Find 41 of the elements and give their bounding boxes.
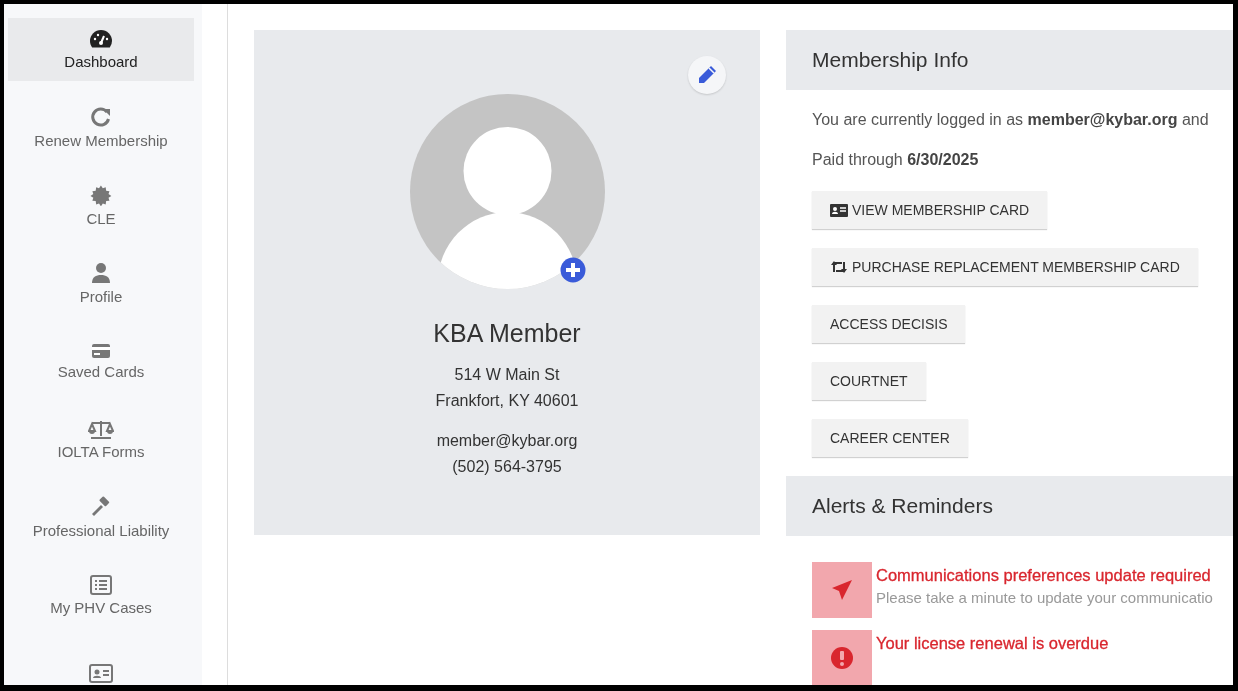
section-header: Membership Info: [786, 30, 1233, 90]
action-button[interactable]: VIEW MEMBERSHIP CARD: [812, 191, 1048, 229]
address-line: Frankfort, KY 40601: [435, 391, 579, 411]
sidebar-item[interactable]: Saved Cards: [8, 330, 194, 393]
sidebar-item[interactable]: Dashboard: [8, 18, 194, 81]
alert-title[interactable]: Your license renewal is overdue: [876, 634, 1109, 653]
action-button[interactable]: ACCESS DECISIS: [812, 305, 966, 343]
email-text: member@kybar.org: [436, 431, 578, 451]
id-card-icon: [830, 203, 848, 217]
sidebar-item[interactable]: CLE: [8, 174, 194, 237]
section-header: Alerts & Reminders: [786, 476, 1233, 536]
alert-text: Please take a minute to update your communicatio: [876, 589, 1213, 606]
paper-plane-icon: [830, 578, 854, 602]
swap-arrows-icon: [830, 260, 848, 274]
credit-card-icon: [91, 343, 111, 359]
edit-button[interactable]: [688, 56, 726, 94]
person-icon: [91, 262, 111, 284]
paid-through-text: Paid through 6/30/2025: [811, 151, 980, 169]
action-button[interactable]: PURCHASE REPLACEMENT MEMBERSHIP CARD: [812, 248, 1198, 286]
sidebar-item[interactable]: Professional Liability: [8, 486, 194, 549]
action-button[interactable]: COURTNET: [812, 362, 926, 400]
list-icon: [90, 575, 112, 595]
id-card-icon: [89, 664, 113, 683]
login-text: You are currently logged in as member@kybar.org and: [811, 111, 1210, 129]
sidebar-item[interactable]: My PHV Cases: [8, 564, 194, 627]
gavel-icon: [90, 496, 112, 518]
certificate-icon: [90, 184, 112, 206]
action-button[interactable]: CAREER CENTER: [812, 419, 968, 457]
add-photo-icon[interactable]: [559, 257, 586, 283]
refresh-icon: [90, 106, 112, 128]
member-name: KBA Member: [433, 319, 581, 348]
address-line: 514 W Main St: [453, 365, 561, 385]
alert-title[interactable]: Communications preferences update required: [876, 566, 1213, 585]
pencil-icon: [696, 64, 718, 86]
sidebar-item[interactable]: IOLTA Forms: [8, 408, 194, 471]
gauge-icon: [89, 29, 113, 49]
scale-icon: [88, 419, 114, 439]
sidebar-item[interactable]: Profile: [8, 252, 194, 315]
sidebar-item[interactable]: Renew Membership: [8, 96, 194, 159]
phone-text: (502) 564-3795: [451, 457, 563, 477]
exclamation-icon: [831, 647, 853, 669]
